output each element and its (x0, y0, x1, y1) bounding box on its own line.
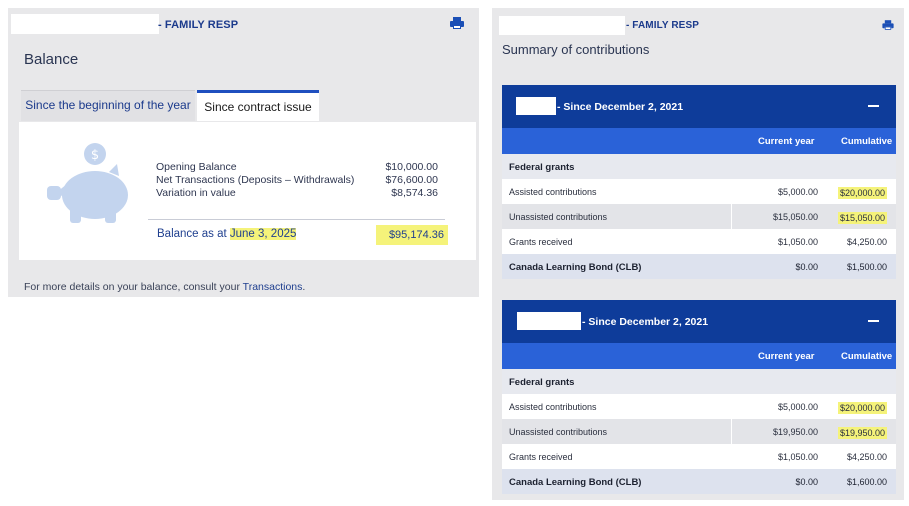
collapse-icon[interactable] (868, 105, 879, 107)
balance-date: June 3, 2025 (229, 228, 297, 240)
row-current: $15,050.00 (772, 212, 818, 222)
printer-icon[interactable] (882, 20, 894, 30)
row-label: Assisted contributions (509, 402, 597, 412)
table-row: Grants received $1,050.00 $4,250.00 (502, 444, 896, 469)
row-cumulative: $1,500.00 (846, 262, 887, 272)
divider (148, 219, 445, 220)
column-header: Current year Cumulative (502, 128, 896, 154)
row-label: Unassisted contributions (509, 212, 608, 222)
tab-since-beginning-of-year[interactable]: Since the beginning of the year (21, 90, 195, 121)
page-title: Summary of contributions (502, 42, 650, 57)
table-row: Unassisted contributions $15,050.00 $15,… (502, 204, 896, 229)
row-label: Canada Learning Bond (CLB) (509, 477, 642, 488)
tab-since-contract-issue[interactable]: Since contract issue (197, 90, 319, 121)
row-cumulative: $15,050.00 (837, 212, 887, 224)
balance-panel: - FAMILY RESP Balance Since the beginnin… (8, 8, 479, 297)
variation-label: Variation in value (156, 187, 236, 199)
row-current: $1,050.00 (777, 452, 818, 462)
row-current: $5,000.00 (777, 402, 818, 412)
block-header[interactable]: - Since December 2, 2021 (502, 85, 896, 128)
col-cumulative: Cumulative (841, 351, 893, 362)
variation-value: $8,574.36 (391, 187, 438, 199)
row-label: Assisted contributions (509, 187, 597, 197)
redacted-name (516, 97, 556, 115)
row-label: Unassisted contributions (509, 427, 608, 437)
block-header[interactable]: - Since December 2, 2021 (502, 300, 896, 343)
balance-card: $ Opening Balance $10,000.00 Net Transac… (19, 122, 476, 260)
footnote: For more details on your balance, consul… (24, 281, 305, 293)
clb-row: Canada Learning Bond (CLB) $0.00 $1,600.… (502, 469, 896, 494)
col-current-year: Current year (758, 136, 815, 147)
federal-grants-row: Federal grants (502, 369, 896, 394)
plan-title: - FAMILY RESP (626, 20, 699, 31)
printer-icon[interactable] (450, 17, 464, 29)
redacted-name (499, 16, 625, 35)
row-cumulative: $4,250.00 (846, 237, 887, 247)
redacted-name (11, 14, 159, 34)
svg-text:$: $ (91, 148, 99, 163)
row-current: $5,000.00 (777, 187, 818, 197)
federal-grants-label: Federal grants (509, 377, 575, 388)
page-title: Balance (24, 51, 79, 68)
row-current: $0.00 (795, 477, 818, 487)
row-label: Grants received (509, 237, 573, 247)
opening-balance-value: $10,000.00 (385, 161, 438, 173)
row-label: Canada Learning Bond (CLB) (509, 262, 642, 273)
table-row: Grants received $1,050.00 $4,250.00 (502, 229, 896, 254)
table-row: Assisted contributions $5,000.00 $20,000… (502, 394, 896, 419)
row-label: Grants received (509, 452, 573, 462)
piggy-bank-icon: $ (47, 143, 128, 223)
row-cumulative: $4,250.00 (846, 452, 887, 462)
row-current: $1,050.00 (777, 237, 818, 247)
balance-as-at: Balance as at June 3, 2025 (157, 228, 297, 240)
federal-grants-label: Federal grants (509, 162, 575, 173)
row-cumulative: $20,000.00 (837, 187, 887, 199)
col-current-year: Current year (758, 351, 815, 362)
row-cumulative: $20,000.00 (837, 402, 887, 414)
balance-as-at-label: Balance as at (157, 228, 230, 240)
table-row: Assisted contributions $5,000.00 $20,000… (502, 179, 896, 204)
collapse-icon[interactable] (868, 320, 879, 322)
col-cumulative: Cumulative (841, 136, 893, 147)
since-label: - Since December 2, 2021 (557, 101, 684, 113)
clb-row: Canada Learning Bond (CLB) $0.00 $1,500.… (502, 254, 896, 279)
footnote-text: For more details on your balance, consul… (24, 281, 243, 293)
footnote-period: . (302, 281, 306, 293)
federal-grants-row: Federal grants (502, 154, 896, 179)
column-header: Current year Cumulative (502, 343, 896, 369)
redacted-name (517, 312, 581, 330)
net-transactions-label: Net Transactions (Deposits – Withdrawals… (156, 174, 355, 186)
table-row: Unassisted contributions $19,950.00 $19,… (502, 419, 896, 444)
row-current: $0.00 (795, 262, 818, 272)
row-cumulative: $19,950.00 (837, 427, 887, 439)
row-cumulative: $1,600.00 (846, 477, 887, 487)
contributions-panel: - FAMILY RESP Summary of contributions -… (492, 8, 904, 500)
plan-title: - FAMILY RESP (158, 19, 239, 31)
opening-balance-label: Opening Balance (156, 161, 237, 173)
transactions-link[interactable]: Transactions (243, 281, 303, 293)
row-current: $19,950.00 (772, 427, 818, 437)
net-transactions-value: $76,600.00 (385, 174, 438, 186)
balance-total: $95,174.36 (376, 225, 448, 245)
since-label: - Since December 2, 2021 (582, 316, 709, 328)
